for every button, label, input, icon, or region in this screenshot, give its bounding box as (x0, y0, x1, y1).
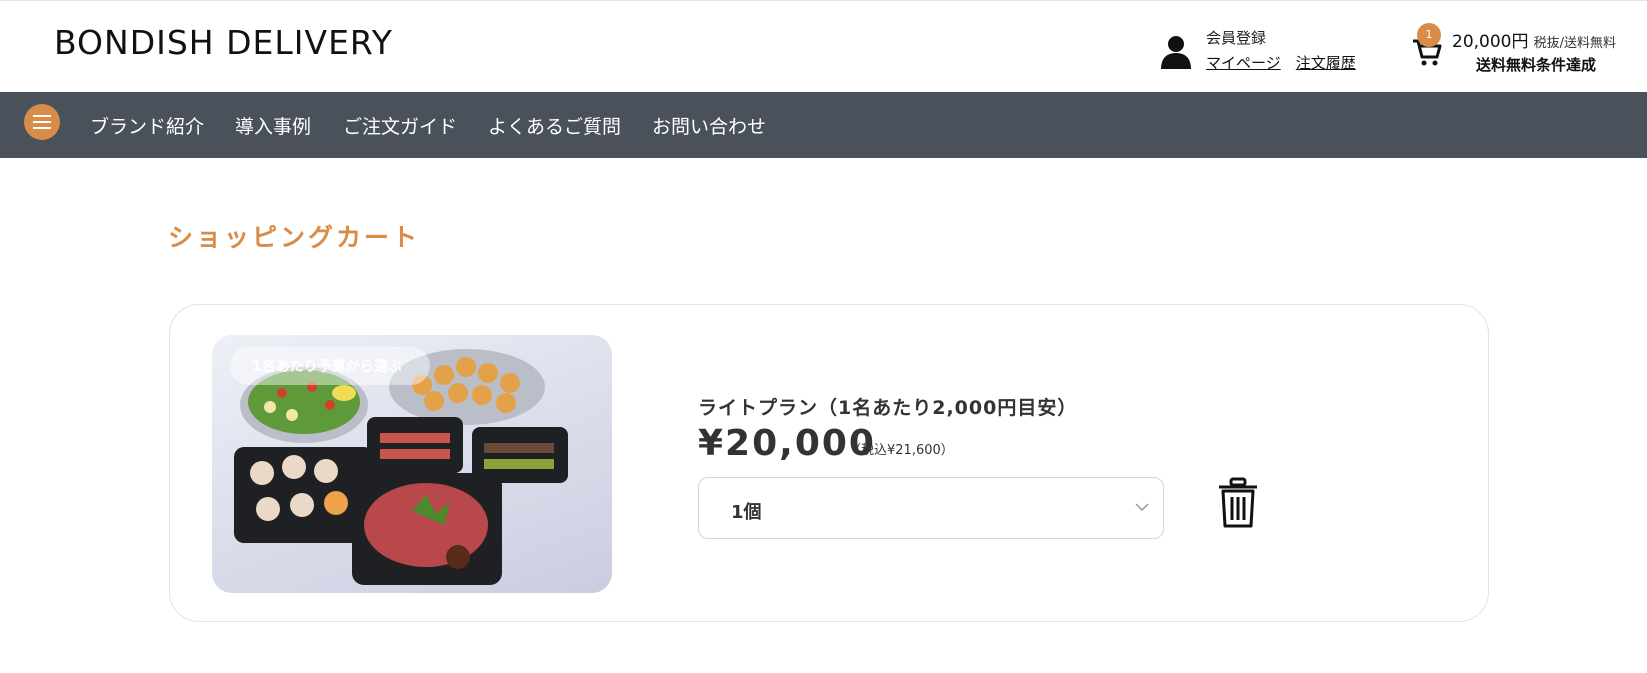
mypage-link[interactable]: マイページ (1206, 54, 1281, 72)
trash-icon[interactable] (1216, 477, 1260, 529)
cart-total: 20,000円 (1452, 32, 1529, 52)
menu-icon-line (33, 121, 51, 123)
main-nav: ブランド紹介 導入事例 ご注文ガイド よくあるご質問 お問い合わせ (0, 92, 1647, 158)
price-with-tax: （税込¥21,600） (848, 443, 954, 458)
product-name[interactable]: ライトプラン（1名あたり2,000円目安） (698, 393, 1077, 420)
register-link[interactable]: 会員登録 (1206, 27, 1366, 48)
top-header: BONDISH DELIVERY 会員登録 マイページ 注文履歴 1 20,00… (0, 0, 1647, 92)
menu-icon-line (33, 127, 51, 129)
quantity-value: 1個 (731, 502, 762, 523)
nav-brand[interactable]: ブランド紹介 (90, 112, 204, 139)
site-logo[interactable]: BONDISH DELIVERY (54, 23, 393, 62)
cart-item-card: 1名あたり予算から選ぶ ライトプラン（1名あたり2,000円目安） ¥20,00… (169, 304, 1489, 622)
cart-summary[interactable]: 1 20,000円 税抜/送料無料 送料無料条件達成 (1412, 23, 1647, 75)
account-links: マイページ 注文履歴 (1206, 52, 1366, 73)
cart-tax-note: 税抜/送料無料 (1533, 36, 1616, 51)
cart-text: 20,000円 税抜/送料無料 送料無料条件達成 (1452, 27, 1616, 75)
product-image[interactable]: 1名あたり予算から選ぶ (212, 335, 612, 593)
menu-icon-line (33, 115, 51, 117)
menu-button[interactable] (24, 104, 60, 140)
image-tag: 1名あたり予算から選ぶ (230, 347, 430, 385)
nav-faq[interactable]: よくあるご質問 (488, 112, 621, 139)
page-title: ショッピングカート (168, 223, 421, 252)
chevron-down-icon (1135, 503, 1149, 512)
nav-order-guide[interactable]: ご注文ガイド (343, 112, 457, 139)
quantity-select[interactable]: 1個 (698, 477, 1164, 539)
free-shipping-status: 送料無料条件達成 (1476, 56, 1597, 74)
account-text: 会員登録 マイページ 注文履歴 (1206, 27, 1366, 73)
user-icon[interactable] (1160, 35, 1192, 69)
nav-contact[interactable]: お問い合わせ (652, 112, 766, 139)
cart-count-badge: 1 (1417, 23, 1441, 47)
order-history-link[interactable]: 注文履歴 (1296, 54, 1356, 72)
nav-case-studies[interactable]: 導入事例 (235, 112, 311, 139)
